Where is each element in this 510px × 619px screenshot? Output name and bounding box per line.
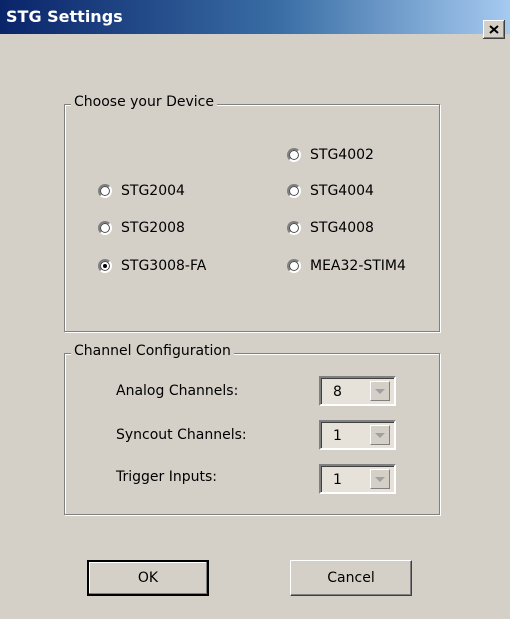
- cancel-button[interactable]: Cancel: [290, 560, 412, 596]
- window-title: STG Settings: [6, 7, 123, 26]
- select-value: 1: [333, 472, 342, 488]
- radio-label: STG4008: [310, 220, 374, 236]
- trigger-inputs-label: Trigger Inputs:: [116, 469, 217, 485]
- chevron-down-icon[interactable]: [370, 425, 390, 445]
- analog-channels-label: Analog Channels:: [116, 383, 239, 399]
- radio-stg4004[interactable]: STG4004: [287, 181, 374, 201]
- radio-label: STG2008: [121, 220, 185, 236]
- radio-label: STG2004: [121, 183, 185, 199]
- ok-button[interactable]: OK: [87, 560, 209, 596]
- syncout-channels-select[interactable]: 1: [319, 420, 396, 450]
- device-group-legend: Choose your Device: [71, 94, 217, 110]
- select-value: 1: [333, 428, 342, 444]
- chevron-down-icon[interactable]: [370, 469, 390, 489]
- radio-mea32-stim4[interactable]: MEA32-STIM4: [287, 256, 406, 276]
- close-icon: [489, 25, 499, 34]
- trigger-inputs-select[interactable]: 1: [319, 464, 396, 494]
- radio-circle: [287, 221, 301, 235]
- radio-circle-checked: [98, 259, 112, 273]
- radio-circle: [287, 184, 301, 198]
- select-value: 8: [333, 384, 342, 400]
- radio-stg2004[interactable]: STG2004: [98, 181, 185, 201]
- radio-label: STG3008-FA: [121, 258, 207, 274]
- settings-dialog: STG Settings Choose your Device STG4002 …: [0, 0, 510, 619]
- channel-group-legend: Channel Configuration: [71, 343, 234, 359]
- chevron-down-icon[interactable]: [370, 381, 390, 401]
- radio-stg4002[interactable]: STG4002: [287, 145, 374, 165]
- radio-stg4008[interactable]: STG4008: [287, 218, 374, 238]
- radio-stg3008-fa[interactable]: STG3008-FA: [98, 256, 206, 276]
- radio-circle: [98, 221, 112, 235]
- analog-channels-select[interactable]: 8: [319, 376, 396, 406]
- radio-circle: [287, 148, 301, 162]
- radio-circle: [98, 184, 112, 198]
- close-button[interactable]: [483, 20, 505, 39]
- title-bar[interactable]: STG Settings: [0, 0, 510, 34]
- syncout-channels-label: Syncout Channels:: [116, 427, 247, 443]
- radio-circle: [287, 259, 301, 273]
- radio-label: STG4002: [310, 147, 374, 163]
- radio-stg2008[interactable]: STG2008: [98, 218, 185, 238]
- radio-label: STG4004: [310, 183, 374, 199]
- radio-label: MEA32-STIM4: [310, 258, 406, 274]
